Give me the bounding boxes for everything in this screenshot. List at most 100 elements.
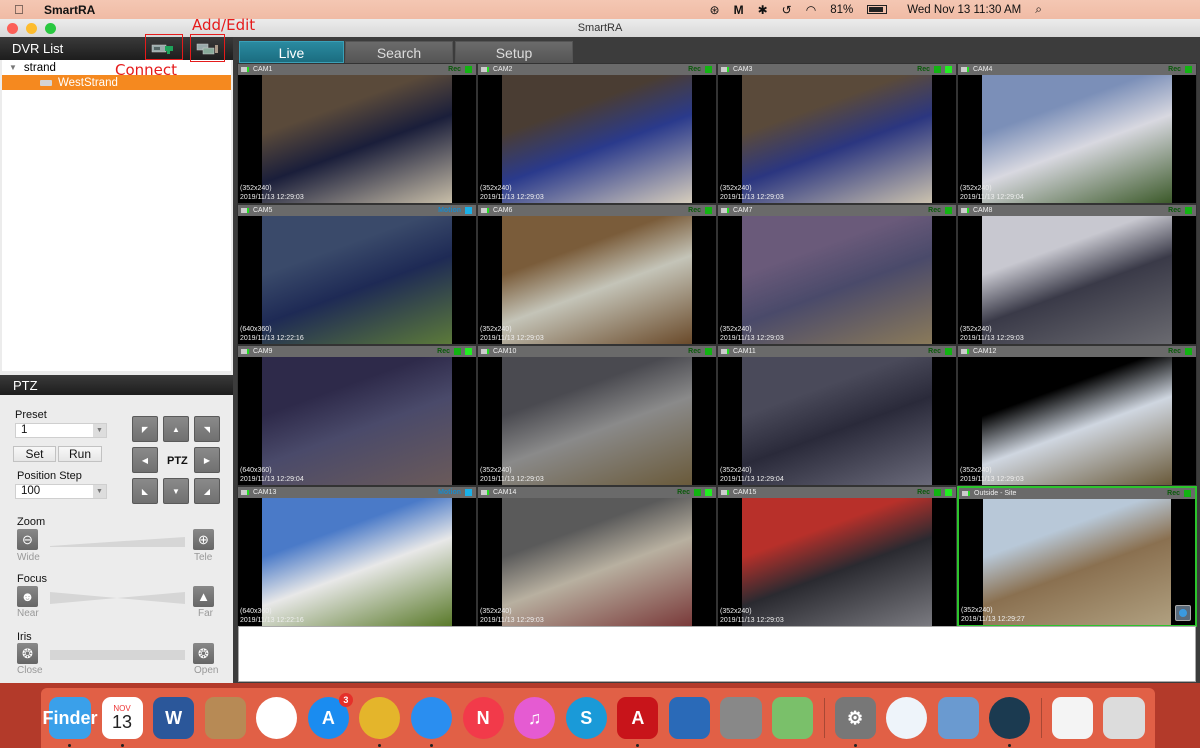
zoom-out-button[interactable]: ⊖	[17, 529, 38, 550]
tab-search[interactable]: Search	[345, 41, 453, 63]
tab-setup[interactable]: Setup	[455, 41, 573, 63]
dock-kindle[interactable]	[668, 697, 710, 739]
dock-trash[interactable]	[1103, 697, 1145, 739]
camera-resolution: (640x360)	[240, 326, 272, 333]
malwarebytes-icon[interactable]: M	[734, 3, 744, 17]
dock-app-store[interactable]: A3	[307, 693, 353, 739]
camera-tile[interactable]: CAM6 Rec (352x240) 2019/11/13 12:29:03	[477, 204, 717, 345]
preset-run-button[interactable]: Run	[58, 446, 102, 462]
status-indicator	[705, 348, 712, 355]
running-indicator	[68, 744, 71, 747]
snapshot-button[interactable]	[1175, 605, 1191, 621]
dock-image-capture[interactable]	[886, 697, 928, 739]
ptz-right-button[interactable]: ▶	[194, 447, 220, 473]
camera-status: Rec	[1168, 66, 1181, 73]
dock-safari-download[interactable]	[1051, 697, 1093, 739]
dock-preview[interactable]	[937, 697, 979, 739]
camera-tile[interactable]: CAM5 Motion (640x360) 2019/11/13 12:22:1…	[237, 204, 477, 345]
camera-name: CAM12	[973, 348, 997, 355]
camera-status: Rec	[677, 489, 690, 496]
time-machine-icon[interactable]: ↺	[782, 3, 792, 17]
focus-near-button[interactable]: ☻	[17, 586, 38, 607]
focus-far-button[interactable]: ▲	[193, 586, 214, 607]
dock-system-preferences[interactable]: ⚙	[834, 697, 876, 747]
camera-overlay: (640x360) 2019/11/13 12:22:16	[240, 325, 304, 343]
camera-tile[interactable]: CAM7 Rec (352x240) 2019/11/13 12:29:03	[717, 204, 957, 345]
camera-resolution: (352x240)	[240, 185, 272, 192]
camera-tile[interactable]: CAM2 Rec (352x240) 2019/11/13 12:29:03	[477, 63, 717, 204]
iris-open-button[interactable]: ❂	[193, 643, 214, 664]
zoom-in-button[interactable]: ⊕	[193, 529, 214, 550]
wifi-icon[interactable]: ◠	[806, 3, 816, 17]
ptz-up-button[interactable]: ▲	[163, 416, 189, 442]
camera-tile[interactable]: CAM1 Rec (352x240) 2019/11/13 12:29:03	[237, 63, 477, 204]
creative-cloud-icon[interactable]: ⊛	[710, 3, 720, 17]
system-preferences-icon: ⚙	[847, 707, 864, 728]
dock-calendar[interactable]: NOV 13	[101, 697, 143, 747]
status-indicator	[705, 207, 712, 214]
camera-tile[interactable]: CAM15 Rec (352x240) 2019/11/13 12:29:03	[717, 486, 957, 627]
camera-name: CAM4	[973, 66, 993, 73]
dock-maps[interactable]	[772, 697, 814, 739]
dock-finder[interactable]: Finder	[43, 697, 98, 747]
camera-status: Rec	[928, 207, 941, 214]
dock-acrobat[interactable]: A	[617, 697, 659, 747]
dock-word[interactable]: W	[153, 697, 195, 739]
dock-smartra[interactable]	[989, 697, 1031, 747]
clock[interactable]: Wed Nov 13 11:30 AM	[907, 4, 1021, 16]
position-step-select[interactable]: 100 ▼	[15, 484, 107, 499]
dock-itunes[interactable]: ♫	[514, 697, 556, 739]
iris-close-button[interactable]: ❂	[17, 643, 38, 664]
camera-tile[interactable]: CAM13 Motion (640x360) 2019/11/13 12:22:…	[237, 486, 477, 627]
camera-resolution: (352x240)	[961, 607, 993, 614]
ptz-down-button[interactable]: ▼	[163, 478, 189, 504]
battery-icon[interactable]	[867, 5, 888, 14]
camera-tile[interactable]: CAM4 Rec (352x240) 2019/11/13 12:29:04	[957, 63, 1197, 204]
camera-tile[interactable]: Outside - Site Rec (352x240) 2019/11/13 …	[957, 486, 1197, 627]
preset-set-button[interactable]: Set	[13, 446, 56, 462]
status-indicator	[945, 489, 952, 496]
camera-tile[interactable]: CAM10 Rec (352x240) 2019/11/13 12:29:03	[477, 345, 717, 486]
ptz-down-left-button[interactable]: ◣	[132, 478, 158, 504]
dock-skype[interactable]: S	[565, 697, 607, 739]
dock-calculator[interactable]	[720, 697, 762, 739]
camera-resolution: (640x360)	[240, 608, 272, 615]
camera-overlay: (352x240) 2019/11/13 12:29:03	[480, 184, 544, 202]
ptz-panel: Preset 1 ▼ Set Run Position Step 100 ▼ ◤…	[0, 395, 233, 683]
dock-chrome[interactable]	[359, 697, 401, 747]
bluetooth-icon[interactable]: ✱	[758, 3, 768, 17]
camera-tile[interactable]: CAM9 Rec (640x360) 2019/11/13 12:29:04	[237, 345, 477, 486]
camera-tile[interactable]: CAM8 Rec (352x240) 2019/11/13 12:29:03	[957, 204, 1197, 345]
camera-tile[interactable]: CAM12 Rec (352x240) 2019/11/13 12:29:03	[957, 345, 1197, 486]
dock-safari[interactable]	[410, 697, 453, 747]
apple-menu-icon[interactable]: 	[14, 2, 30, 17]
camera-overlay: (352x240) 2019/11/13 12:29:03	[720, 184, 784, 202]
camera-tile[interactable]: CAM11 Rec (352x240) 2019/11/13 12:29:04	[717, 345, 957, 486]
camera-timestamp: 2019/11/13 12:29:03	[480, 194, 544, 201]
disclosure-triangle-icon[interactable]: ▼	[9, 63, 17, 72]
spotlight-search-icon[interactable]: ⌕	[1035, 2, 1042, 17]
dock-contacts[interactable]	[204, 697, 246, 739]
ptz-up-right-button[interactable]: ◥	[194, 416, 220, 442]
camera-resolution: (352x240)	[720, 326, 752, 333]
dock-photos[interactable]	[256, 697, 298, 739]
focus-slider[interactable]	[50, 592, 185, 604]
dock: Finder NOV 13 W A 3 N ♫ S A ⚙	[41, 688, 1155, 748]
app-menu[interactable]: SmartRA	[44, 3, 95, 17]
camera-tile[interactable]: CAM3 Rec (352x240) 2019/11/13 12:29:03	[717, 63, 957, 204]
dock-news[interactable]: N	[462, 697, 504, 739]
camera-grid: CAM1 Rec (352x240) 2019/11/13 12:29:03 C…	[237, 63, 1197, 627]
camera-icon	[241, 67, 249, 72]
ptz-left-button[interactable]: ◀	[132, 447, 158, 473]
status-indicator	[1185, 348, 1192, 355]
iris-slider[interactable]	[50, 649, 185, 661]
preset-select[interactable]: 1 ▼	[15, 423, 107, 438]
tab-live[interactable]: Live	[239, 41, 344, 63]
camera-name: CAM3	[733, 66, 753, 73]
ptz-up-left-button[interactable]: ◤	[132, 416, 158, 442]
tree-item-label: WestStrand	[58, 76, 118, 89]
ptz-down-right-button[interactable]: ◢	[194, 478, 220, 504]
zoom-slider[interactable]	[50, 536, 185, 548]
camera-tile[interactable]: CAM14 Rec (352x240) 2019/11/13 12:29:03	[477, 486, 717, 627]
camera-header: Outside - Site Rec	[959, 488, 1195, 499]
